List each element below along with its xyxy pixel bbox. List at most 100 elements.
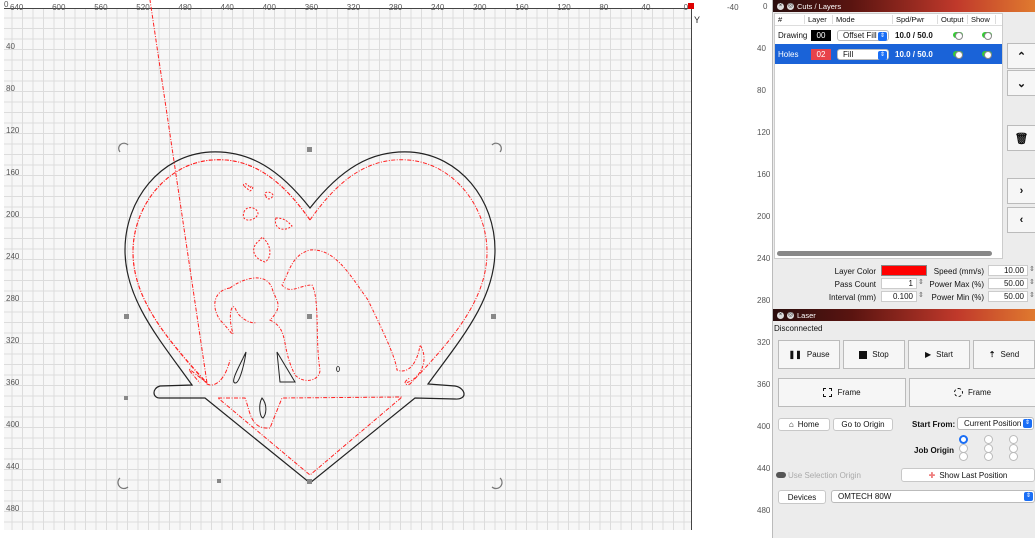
heart-inner-left (132, 159, 311, 386)
chevron-up-button[interactable]: ⌃ (1007, 43, 1035, 69)
float-icon[interactable]: ◎ (787, 311, 794, 319)
power-min-input[interactable]: 50.00 (988, 291, 1028, 302)
close-icon[interactable]: × (777, 311, 784, 319)
send-button[interactable]: ⇡ Send (973, 340, 1035, 369)
ruler-tick-label: 400 (262, 3, 276, 12)
trash-button[interactable]: 🗑 (1007, 125, 1035, 151)
chevron-up-icon: ⌃ (1016, 50, 1027, 63)
ruler-tick-label: 480 (6, 504, 20, 513)
chevron-updown-icon: ⇕ (1024, 492, 1033, 501)
laser-titlebar: × ◎ Laser (773, 309, 1035, 321)
job-origin-radio-bottom-center[interactable] (984, 452, 993, 461)
show-last-position-button[interactable]: ✛ Show Last Position (901, 468, 1035, 482)
panel-title: Cuts / Layers (797, 1, 842, 11)
column-header[interactable]: Layer (805, 15, 833, 24)
y-axis-label: Y (694, 15, 701, 25)
power-max-input[interactable]: 50.00 (988, 278, 1028, 289)
ruler-tick-label: 480 (757, 506, 771, 515)
device-select[interactable]: OMTECH 80W ⇕ (831, 490, 1035, 503)
trash-icon: 🗑 (1014, 132, 1029, 145)
close-icon[interactable]: × (777, 2, 784, 10)
show-toggle[interactable] (973, 50, 1001, 59)
small-hearts (242, 183, 293, 263)
ruler-tick-label: 320 (757, 338, 771, 347)
mode-value: Fill (843, 49, 854, 59)
output-toggle[interactable] (943, 31, 973, 40)
ruler-tick-label: 560 (94, 3, 108, 12)
chevron-right-button[interactable]: › (1007, 178, 1035, 204)
panel-title: Laser (797, 310, 816, 320)
job-origin-radio-top-left[interactable] (959, 435, 968, 444)
ruler-tick-label: 240 (431, 3, 445, 12)
speed-stepper[interactable]: ⇕ (1029, 265, 1035, 273)
devices-button[interactable]: Devices (778, 490, 826, 504)
heart-inner-bottom (216, 396, 404, 476)
heart-inner-right (309, 159, 488, 385)
job-origin-radio-bottom-right[interactable] (1009, 452, 1018, 461)
ruler-tick-label: 240 (757, 254, 771, 263)
small-hole (336, 366, 340, 372)
layer-row[interactable]: Holes 02 Fill ⇕ 10.0 / 50.0 (775, 44, 1002, 64)
column-header[interactable]: Output (938, 15, 968, 24)
pass-count-input[interactable]: 1 (881, 278, 917, 289)
column-header[interactable]: Show (968, 15, 996, 24)
job-origin-radio-top-center[interactable] (984, 435, 993, 444)
interval-input[interactable]: 0.100 (881, 291, 917, 302)
frame-circle-button[interactable]: Frame (909, 378, 1035, 407)
column-header[interactable]: Spd/Pwr (893, 15, 938, 24)
start-from-select[interactable]: Current Position ⇕ (957, 417, 1034, 430)
handle-left (124, 314, 129, 319)
horizontal-scrollbar[interactable] (777, 251, 992, 256)
start-button[interactable]: ▶ Start (908, 340, 970, 369)
mode-select[interactable]: Offset Fill ⇕ (837, 29, 889, 41)
stop-button[interactable]: Stop (843, 340, 905, 369)
chevron-updown-icon: ⇕ (878, 31, 887, 41)
job-origin-radio-top-right[interactable] (1009, 435, 1018, 444)
ruler-tick-label: 200 (6, 210, 20, 219)
heart-inner-fill (132, 0, 311, 385)
mode-select[interactable]: Fill ⇕ (837, 48, 889, 60)
device-value: OMTECH 80W (838, 492, 892, 501)
rotate-icon (118, 142, 129, 153)
ruler-tick-label: 80 (757, 86, 766, 95)
ruler-tick-label: 440 (220, 3, 234, 12)
handle-right (491, 314, 496, 319)
handle-bottom (307, 479, 312, 484)
frame-label: Frame (967, 388, 992, 397)
interval-stepper[interactable]: ⇕ (918, 291, 924, 299)
home-button[interactable]: ⌂ Home (778, 418, 830, 431)
chevron-down-button[interactable]: ⌄ (1007, 70, 1035, 96)
use-selection-origin-toggle[interactable] (776, 472, 786, 478)
pass-count-stepper[interactable]: ⇕ (918, 278, 924, 286)
job-origin-radio-bottom-left[interactable] (959, 452, 968, 461)
ruler-tick-label: 520 (136, 3, 150, 12)
power-max-stepper[interactable]: ⇕ (1029, 278, 1035, 286)
home-icon: ⌂ (788, 420, 794, 429)
layer-row[interactable]: Drawing 00 Offset Fill ⇕ 10.0 / 50.0 (775, 26, 1002, 44)
ruler-label: -40 (727, 3, 739, 12)
show-toggle[interactable] (973, 31, 1001, 40)
figure-girl (214, 249, 425, 384)
stop-icon (859, 350, 868, 359)
ruler-tick-label: 80 (599, 3, 609, 12)
handle-top (307, 147, 312, 152)
layer-name: Drawing (778, 30, 808, 40)
column-header[interactable]: # (775, 15, 805, 24)
speed-input[interactable]: 10.00 (988, 265, 1028, 276)
power-min-stepper[interactable]: ⇕ (1029, 291, 1035, 299)
design-drawing[interactable] (0, 0, 692, 530)
frame-circle-icon (953, 388, 963, 397)
ruler-tick-label: 0 (763, 2, 768, 11)
workspace-canvas[interactable]: 0 -40 Y 640 600 560 520 480 440 400 360 320 280 24… (0, 0, 772, 538)
ruler-tick-label: 400 (757, 422, 771, 431)
pause-label: Pause (806, 350, 830, 359)
frame-rect-button[interactable]: Frame (778, 378, 906, 407)
pause-button[interactable]: ❚❚ Pause (778, 340, 840, 369)
go-to-origin-button[interactable]: Go to Origin (833, 418, 893, 431)
float-icon[interactable]: ◎ (787, 2, 794, 10)
chevron-left-button[interactable]: ‹ (1007, 207, 1035, 233)
column-header[interactable]: Mode (833, 15, 893, 24)
mode-value: Offset Fill (843, 30, 877, 40)
power-min-label: Power Min (%) (931, 293, 984, 302)
output-toggle[interactable] (943, 50, 973, 59)
